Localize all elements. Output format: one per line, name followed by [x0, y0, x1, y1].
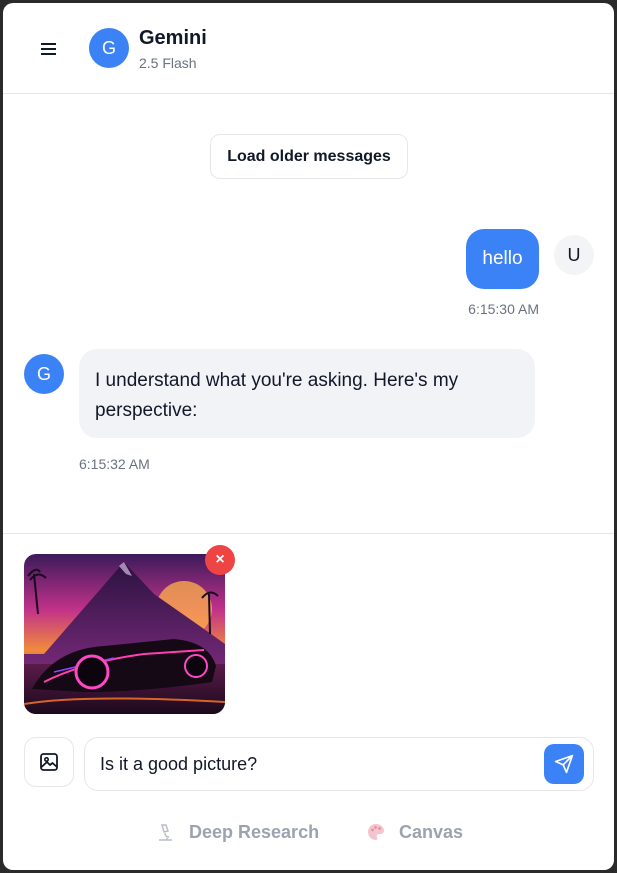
- model-avatar: G: [89, 28, 129, 68]
- hamburger-icon: [41, 43, 56, 55]
- menu-button[interactable]: [35, 35, 63, 63]
- assistant-message-time: 6:15:32 AM: [79, 456, 150, 472]
- remove-attachment-button[interactable]: ×: [205, 545, 235, 575]
- composer: × Is it a good picture? Deep Research Ca…: [3, 533, 614, 870]
- send-button[interactable]: [544, 744, 584, 784]
- deep-research-label: Deep Research: [189, 821, 320, 842]
- model-title: Gemini: [139, 27, 207, 49]
- user-avatar: U: [554, 235, 594, 275]
- assistant-avatar: G: [24, 354, 64, 394]
- user-message-time: 6:15:30 AM: [468, 301, 539, 317]
- assistant-message-bubble: I understand what you're asking. Here's …: [79, 349, 535, 438]
- canvas-label: Canvas: [399, 821, 464, 842]
- header: G Gemini 2.5 Flash: [3, 3, 614, 94]
- message-input[interactable]: [100, 738, 530, 790]
- attached-image-thumbnail: [24, 554, 225, 714]
- palette-icon: [365, 821, 387, 843]
- message-input-container: [84, 737, 594, 791]
- send-icon: [554, 754, 574, 774]
- load-older-button[interactable]: Load older messages: [210, 134, 408, 179]
- image-icon: [40, 753, 58, 771]
- user-message-bubble: hello: [466, 229, 539, 289]
- canvas-button[interactable]: Canvas: [365, 818, 463, 846]
- chat-window: G Gemini 2.5 Flash Load older messages h…: [3, 3, 614, 870]
- microscope-icon: [155, 821, 177, 843]
- model-subtitle: 2.5 Flash: [139, 55, 197, 71]
- attach-image-button[interactable]: [24, 737, 74, 787]
- deep-research-button[interactable]: Deep Research: [155, 818, 319, 846]
